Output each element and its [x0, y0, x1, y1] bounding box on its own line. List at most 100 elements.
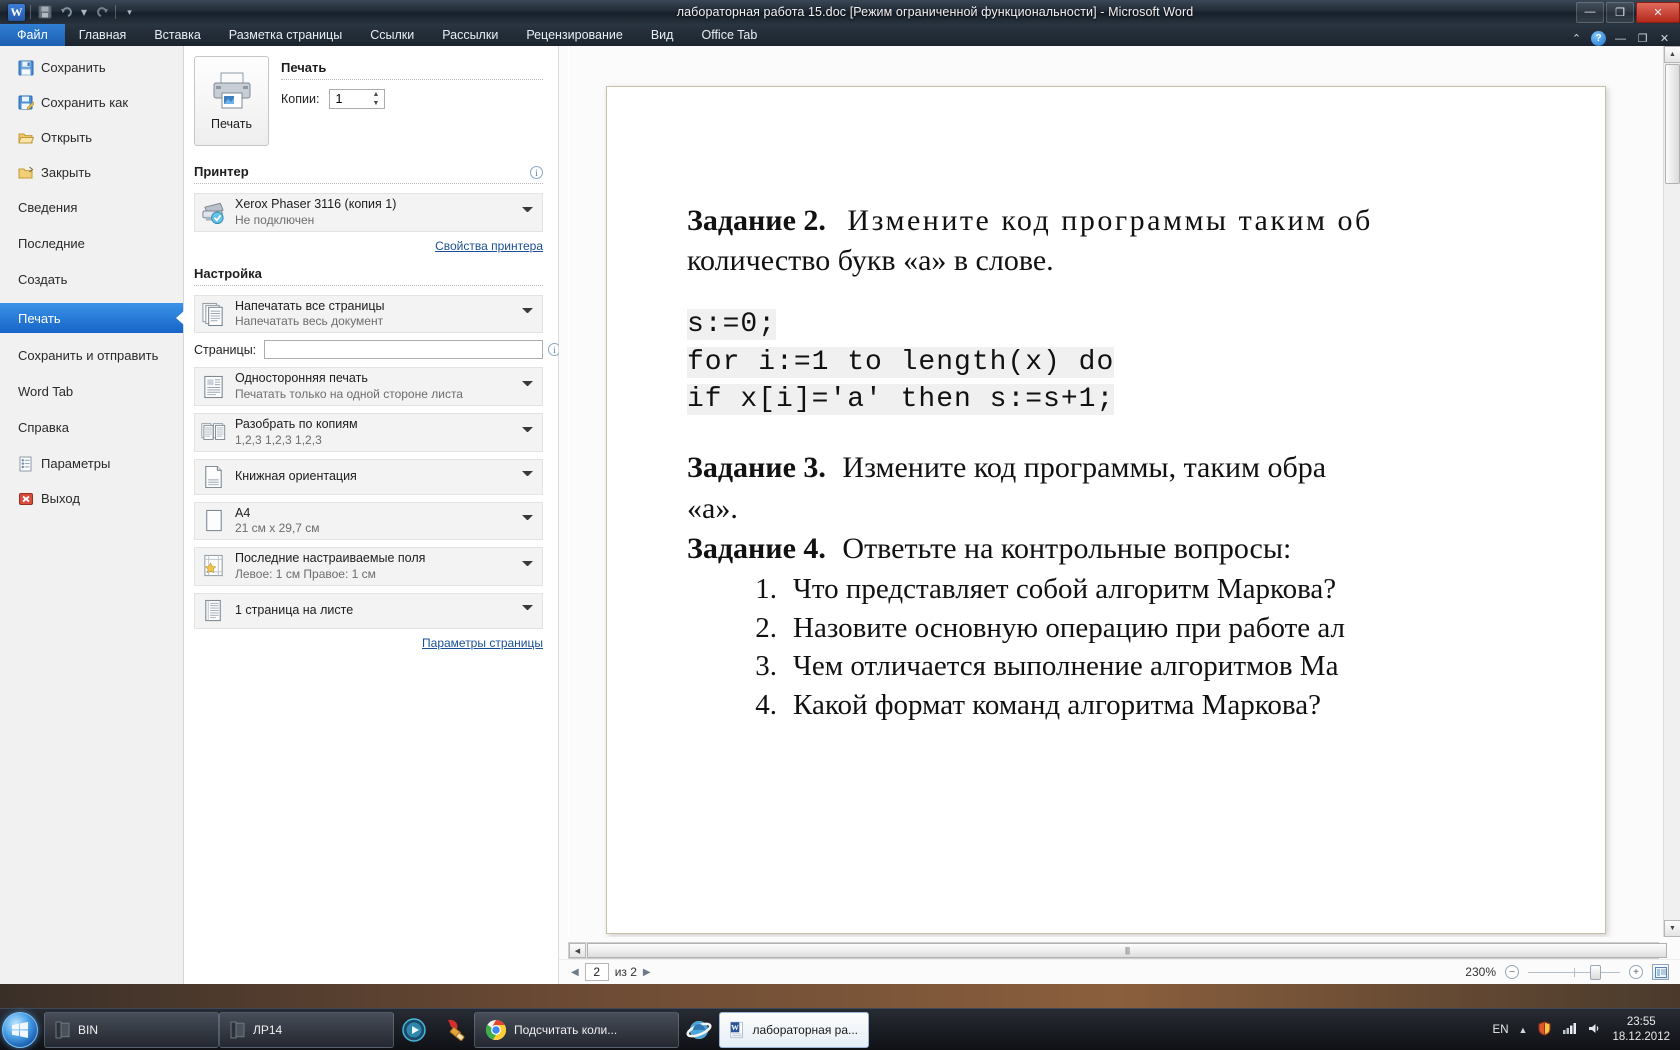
word-app-icon[interactable]: W: [8, 3, 25, 21]
duplex-selector[interactable]: Односторонняя печать Печатать только на …: [194, 367, 543, 406]
undo-dropdown-icon[interactable]: ▾: [80, 4, 88, 21]
tab-insert[interactable]: Вставка: [140, 24, 214, 46]
close-button[interactable]: ✕: [1636, 1, 1680, 23]
save-icon[interactable]: [36, 4, 53, 21]
ribbon-right-controls: ⌃ ? — ❐ ✕: [1569, 31, 1680, 46]
stepper-down-icon[interactable]: ▼: [372, 100, 379, 107]
margins-selector[interactable]: Последние настраиваемые поля Левое: 1 см…: [194, 547, 543, 586]
help-icon[interactable]: ?: [1591, 31, 1606, 46]
zoom-in-button[interactable]: +: [1629, 965, 1643, 979]
paper-size-selector[interactable]: A4 21 см x 29,7 см: [194, 501, 543, 541]
tab-page-layout[interactable]: Разметка страницы: [215, 24, 356, 46]
collate-selector[interactable]: Разобрать по копиям 1,2,3 1,2,3 1,2,3: [194, 412, 543, 452]
next-page-icon[interactable]: ▶: [643, 967, 651, 978]
page-navigator: ◀ 2 из 2 ▶: [565, 963, 651, 981]
taskbar-item-bin[interactable]: BIN: [44, 1011, 219, 1048]
tab-office-tab[interactable]: Office Tab: [687, 24, 771, 46]
taskbar-item-word[interactable]: W лабораторная ра...: [719, 1011, 869, 1048]
tab-mailings[interactable]: Рассылки: [428, 24, 512, 46]
menu-item-new[interactable]: Создать: [0, 267, 183, 292]
taskbar-item-internet-explorer[interactable]: [679, 1012, 719, 1048]
menu-item-label: Последние: [18, 236, 85, 251]
task2-text: Измените код программы таким об: [847, 204, 1373, 237]
menu-item-save-and-send[interactable]: Сохранить и отправить: [0, 343, 183, 368]
menu-item-close[interactable]: Закрыть: [0, 160, 183, 185]
menu-item-save-as[interactable]: Сохранить как: [0, 90, 183, 115]
chevron-down-icon[interactable]: [522, 381, 533, 392]
menu-item-recent[interactable]: Последние: [0, 231, 183, 256]
chevron-down-icon[interactable]: [522, 206, 533, 218]
taskbar-item-lr14[interactable]: ЛР14: [219, 1011, 394, 1048]
taskbar-item-ccleaner[interactable]: [434, 1012, 474, 1048]
chevron-down-icon[interactable]: [522, 308, 533, 319]
tab-references[interactable]: Ссылки: [356, 24, 428, 46]
menu-item-help[interactable]: Справка: [0, 415, 183, 440]
page-setup-link[interactable]: Параметры страницы: [422, 636, 543, 650]
preview-vertical-scrollbar[interactable]: ▲ ▼: [1663, 46, 1680, 937]
print-button[interactable]: Печать: [194, 56, 269, 146]
redo-icon[interactable]: [93, 4, 110, 21]
customize-qat-icon[interactable]: ▾: [121, 4, 138, 21]
tab-home[interactable]: Главная: [65, 24, 141, 46]
horizontal-scroll-thumb[interactable]: ||||: [587, 943, 1667, 958]
menu-item-print[interactable]: Печать: [0, 303, 184, 333]
fit-page-button[interactable]: [1652, 964, 1669, 980]
tab-view[interactable]: Вид: [637, 24, 688, 46]
volume-icon[interactable]: [1587, 1021, 1602, 1039]
stepper-arrows[interactable]: ▲ ▼: [368, 91, 383, 107]
close-window-icon[interactable]: ✕: [1657, 31, 1672, 46]
print-range-text: Напечатать все страницы Напечатать весь …: [235, 299, 513, 330]
pages-per-sheet-selector[interactable]: 1 страница на листе: [194, 592, 543, 629]
zoom-slider-track[interactable]: [1528, 964, 1620, 980]
chevron-down-icon[interactable]: [522, 471, 533, 482]
printer-properties-link[interactable]: Свойства принтера: [435, 239, 543, 253]
minimize-button[interactable]: —: [1576, 1, 1604, 23]
menu-item-options[interactable]: Параметры: [0, 451, 183, 476]
tab-file[interactable]: Файл: [0, 24, 65, 46]
network-icon[interactable]: [1562, 1021, 1577, 1039]
menu-item-save[interactable]: Сохранить: [0, 55, 183, 80]
scroll-up-button[interactable]: ▲: [1664, 46, 1680, 63]
copies-row: Копии: 1 ▲ ▼: [281, 89, 543, 109]
vertical-scroll-thumb[interactable]: [1665, 64, 1680, 184]
orientation-selector[interactable]: Книжная ориентация: [194, 458, 543, 495]
page-number-input[interactable]: 2: [584, 963, 609, 981]
printer-info-icon[interactable]: i: [530, 166, 543, 179]
security-icon[interactable]: [1537, 1020, 1552, 1039]
menu-item-word-tab[interactable]: Word Tab: [0, 379, 183, 404]
task2-line2-text: количество букв «а» в слове.: [687, 244, 1054, 278]
copies-stepper[interactable]: 1 ▲ ▼: [329, 89, 386, 109]
menu-item-exit[interactable]: Выход: [0, 486, 183, 511]
tab-review[interactable]: Рецензирование: [512, 24, 637, 46]
scroll-left-button[interactable]: ◀: [569, 943, 586, 958]
stepper-up-icon[interactable]: ▲: [372, 91, 379, 98]
chevron-down-icon[interactable]: [522, 560, 533, 572]
chevron-down-icon[interactable]: [522, 515, 533, 526]
menu-item-info[interactable]: Сведения: [0, 195, 183, 220]
chevron-down-icon[interactable]: [522, 605, 533, 616]
pages-input[interactable]: [264, 340, 543, 360]
zoom-slider-thumb[interactable]: [1590, 964, 1601, 980]
taskbar-item-chrome[interactable]: Подсчитать коли...: [474, 1011, 679, 1048]
print-range-selector[interactable]: Напечатать все страницы Напечатать весь …: [194, 294, 543, 334]
maximize-button[interactable]: ❐: [1606, 1, 1634, 23]
list-number: 4.: [755, 689, 777, 722]
zoom-out-button[interactable]: −: [1505, 965, 1519, 979]
tray-expand-icon[interactable]: ▲: [1519, 1025, 1528, 1035]
language-indicator[interactable]: EN: [1493, 1024, 1509, 1036]
scroll-down-button[interactable]: ▼: [1664, 920, 1680, 937]
restore-window-icon[interactable]: ❐: [1635, 31, 1650, 46]
taskbar-item-media-player[interactable]: [394, 1012, 434, 1048]
margins-text: Последние настраиваемые поля Левое: 1 см…: [235, 551, 513, 582]
clock[interactable]: 23:55 18.12.2012: [1612, 1015, 1670, 1044]
undo-icon[interactable]: [58, 4, 75, 21]
start-button[interactable]: [2, 1011, 38, 1048]
collapse-ribbon-icon[interactable]: ⌃: [1569, 31, 1584, 46]
preview-horizontal-scrollbar[interactable]: ◀ ||||: [568, 942, 1667, 959]
chevron-down-icon[interactable]: [522, 426, 533, 438]
minimize-ribbon-icon[interactable]: —: [1613, 31, 1628, 46]
menu-item-open[interactable]: Открыть: [0, 125, 183, 150]
prev-page-icon[interactable]: ◀: [571, 967, 579, 978]
option-title: A4: [235, 505, 251, 520]
printer-selector[interactable]: Xerox Phaser 3116 (копия 1) Не подключен: [194, 193, 543, 232]
